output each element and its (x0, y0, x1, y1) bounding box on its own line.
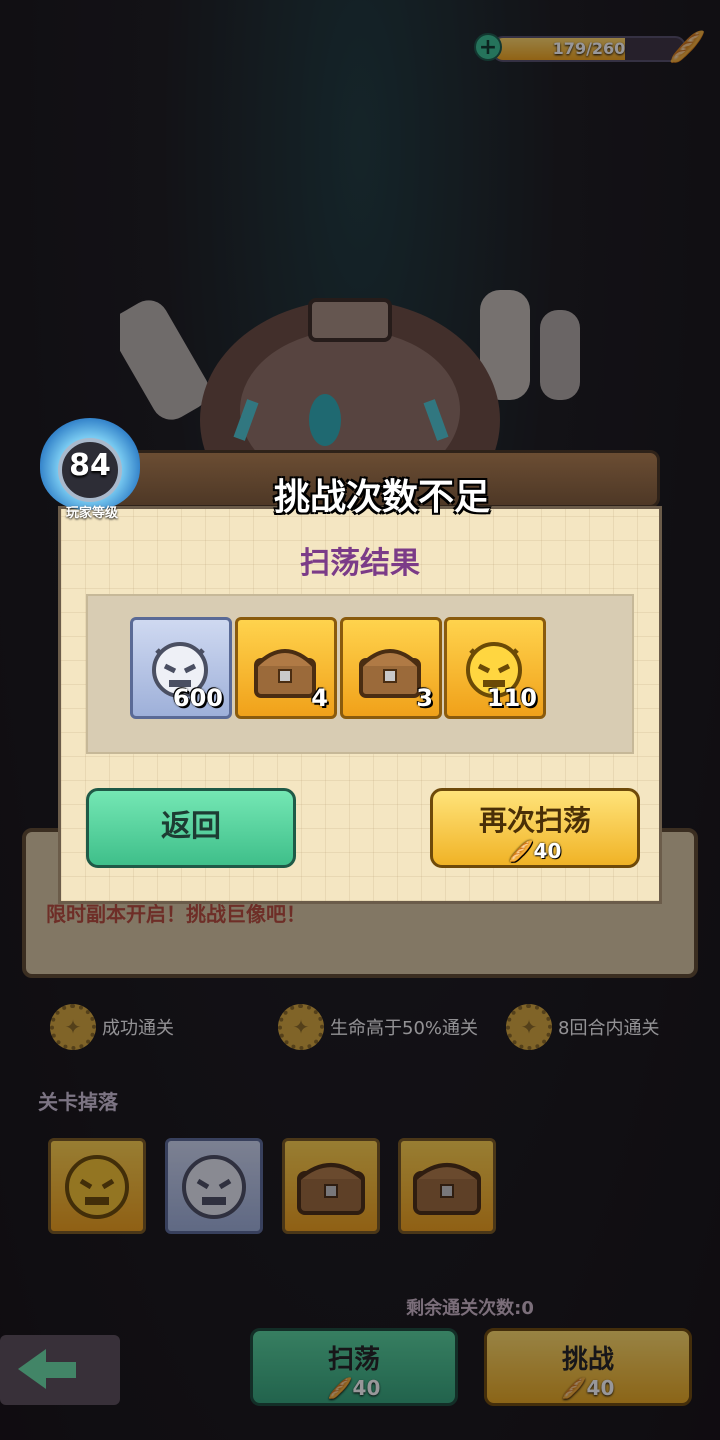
reward-count: 3 (416, 684, 433, 712)
player-level-label: 玩家等级 (65, 506, 118, 521)
reward-item[interactable]: 4 (235, 617, 337, 719)
dialog-subtitle: 扫荡结果 (300, 546, 420, 581)
sweep-again-label: 再次扫荡 (478, 804, 591, 837)
reward-item[interactable]: 600 (130, 617, 232, 719)
player-level-badge: 84 玩家等级 (40, 418, 140, 521)
reward-count: 600 (172, 684, 223, 712)
treasure-chest-icon (359, 649, 421, 698)
back-button[interactable]: 返回 (86, 788, 296, 868)
dialog-title: 挑战次数不足 (273, 477, 490, 518)
reward-count: 110 (486, 684, 537, 712)
reward-item[interactable]: 110 (444, 617, 546, 719)
treasure-chest-icon (254, 649, 316, 698)
player-level: 84 (69, 448, 111, 483)
reward-count: 4 (311, 684, 328, 712)
reward-item[interactable]: 3 (340, 617, 442, 719)
sweep-again-button[interactable]: 再次扫荡 🥖40 (430, 788, 640, 868)
sweep-again-cost: 🥖40 (508, 839, 562, 863)
